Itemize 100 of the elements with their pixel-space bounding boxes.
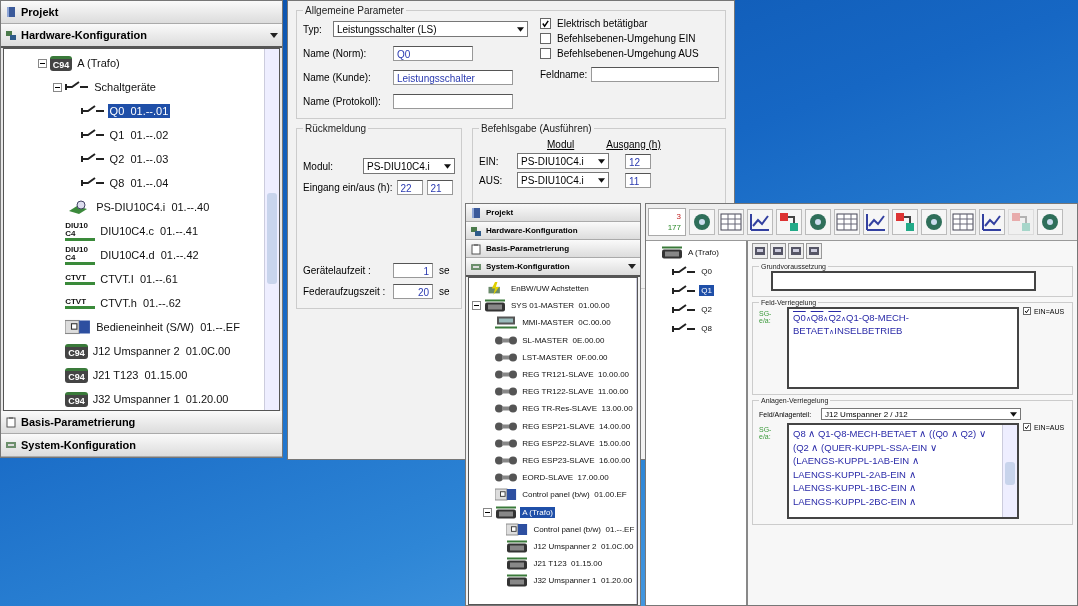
dropdown[interactable]: J12 Umspanner 2 / J12 [821,408,1021,420]
tree-item[interactable]: REG ESP21-SLAVE 14.00.00 [520,420,633,432]
dropdown[interactable]: Leistungsschalter (LS) [333,21,528,37]
input-field[interactable]: 22 [396,180,423,195]
input-field[interactable]: Q0 [393,46,473,61]
expander-icon[interactable] [472,301,481,311]
scrollbar[interactable] [1002,425,1017,517]
gear-icon[interactable] [689,209,715,235]
control-panel-icon [495,488,518,502]
tree-item[interactable]: Q8 01.--.04 [107,176,171,190]
section-header[interactable]: System-Konfiguration [466,258,640,277]
section-header[interactable]: Basis-Parametrierung [1,411,282,434]
input-field[interactable] [591,67,719,82]
device-badge: C94 [65,391,88,407]
checkbox[interactable] [540,48,551,59]
checkbox-label: Befehlsebenen-Umgehung AUS [557,48,699,59]
field-label: Gerätelaufzeit : [303,265,372,276]
tree-item[interactable]: J32 Umspanner 1 01.20.00 [90,392,231,406]
tree-item[interactable]: J12 Umspanner 2 01.0C.00 [90,344,233,358]
expander-icon[interactable] [53,82,63,92]
section-header[interactable]: Projekt [1,1,282,24]
section-header[interactable]: Basis-Parametrierung [466,240,640,258]
dropdown-arrow-icon[interactable] [270,32,278,38]
checkbox[interactable] [1023,307,1031,315]
checkbox[interactable] [1023,423,1031,431]
device-badge: C94 [65,343,88,359]
tree-item[interactable]: Q1 01.--.02 [107,128,171,142]
tree-item[interactable]: CTVT.I 01.--.61 [98,272,180,286]
scrollbar[interactable] [264,49,279,410]
input-field[interactable]: Leistungsschalter [393,70,513,85]
tree-item[interactable]: REG TR121-SLAVE 10.00.00 [520,369,632,381]
dropdown-arrow-icon[interactable] [598,158,605,164]
tree-item[interactable]: Control panel (b/w) 01.--.EF [531,523,637,535]
control-panel-icon [506,522,529,536]
device-icon [506,574,529,588]
dropdown[interactable]: PS-DIU10C4.i [363,158,455,174]
tree-item[interactable]: Q0 01.--.01 [107,104,171,118]
input-field[interactable]: 11 [625,172,651,188]
expression-field[interactable]: Q8 ∧ Q1-Q8-MECH-BETAET ∧ ((Q0 ∧ Q2) ∨ (Q2 ∧ (QUER-KUPPL-SSA-EIN ∨ (LAENGS-KUPPL-1AB-EIN ∧ LAENGS-KUPPL-2AB-EIN ∧ LAENGS-KUPPL-1BC-EIN ∧ LAENGS-KUPPL-2BC-EIN ∧ [787,423,1019,519]
tree-item[interactable]: J21 T123 01.15.00 [531,558,605,570]
section-header[interactable]: Hardware-Konfiguration [1,24,282,48]
tree-item[interactable]: LST-MASTER 0F.00.00 [520,351,610,363]
checkbox[interactable] [540,18,551,29]
tree-item[interactable]: Control panel (b/w) 01.00.EF [520,489,629,501]
tree-item[interactable]: Bedieneinheit (S/W) 01.--.EF [94,320,242,334]
tree-item[interactable]: A (Trafo) [520,506,555,518]
group-title: Allgemeine Parameter [304,5,405,16]
tree-item[interactable]: CTVT.h 01.--.62 [98,296,183,310]
tree-item[interactable]: EORD-SLAVE 17.00.00 [520,472,611,484]
dropdown[interactable]: PS-DIU10C4.i [517,172,609,188]
tree-item[interactable]: REG TR-Res-SLAVE 13.00.00 [520,403,635,415]
checkbox[interactable] [540,33,551,44]
column-header: Ausgang (h) [606,139,661,150]
input-field[interactable]: 1 [393,263,433,278]
tree-item[interactable]: SYS 01-MASTER 01.00.00 [509,300,612,312]
dropdown-arrow-icon[interactable] [598,177,605,183]
tree-item[interactable]: Schaltgeräte [92,80,158,94]
condition-field[interactable] [771,271,1036,291]
tree-item[interactable]: Q8 [699,323,714,334]
section-header[interactable]: Hardware-Konfiguration [466,222,640,240]
tree-item[interactable]: J12 Umspanner 2 01.0C.00 [531,540,636,552]
expander-icon[interactable] [37,58,47,68]
unit-label: se [439,286,450,297]
tree-item[interactable]: Q2 [699,304,714,315]
dropdown[interactable]: PS-DIU10C4.i [517,153,609,169]
tree-item[interactable]: Q1 [699,285,714,296]
hardware-icon [470,224,482,237]
input-field[interactable] [393,94,513,109]
tree-item[interactable]: J21 T123 01.15.00 [90,368,190,382]
tree-item[interactable]: DIU10C4.c 01.--.41 [98,224,200,238]
tree-item[interactable]: Q0 [699,266,714,277]
tree-item[interactable]: A (Trafo) [75,56,122,70]
unit-label: se [439,265,450,276]
input-field[interactable]: 21 [426,180,453,195]
input-field[interactable]: 12 [625,153,651,169]
dropdown-arrow-icon[interactable] [444,163,451,169]
tree-item[interactable]: PS-DIU10C4.i 01.--.40 [94,200,212,214]
section-header[interactable]: System-Konfiguration [1,434,282,457]
tree-item[interactable]: MMI-MASTER 0C.00.00 [520,317,613,329]
section-header[interactable]: Projekt [466,204,640,222]
tree-item[interactable]: EnBW/UW Achstetten [509,283,591,295]
table-icon[interactable] [718,209,744,235]
hardware-icon [5,29,17,41]
tree-item[interactable]: REG TR122-SLAVE 11.00.00 [520,386,631,398]
dropdown-arrow-icon[interactable] [628,264,636,269]
expander-icon[interactable] [483,507,493,517]
input-field[interactable]: 20 [393,284,433,299]
tree-item[interactable]: REG ESP23-SLAVE 16.00.00 [520,454,633,466]
tree-item[interactable]: SL-MASTER 0E.00.00 [520,334,607,346]
tree-item[interactable]: A (Trafo) [686,247,721,258]
dropdown-arrow-icon[interactable] [1010,411,1017,417]
device-label: CTVT [65,273,96,285]
expression-line: LAENGS-KUPPL-2AB-EIN ∧ [793,467,917,481]
field-label: EIN: [479,155,500,167]
field-label: Feldname: [540,69,588,80]
tree-item[interactable]: REG ESP22-SLAVE 15.00.00 [520,437,633,449]
tree-item[interactable]: J32 Umspanner 1 01.20.00 [531,575,635,587]
dropdown-arrow-icon[interactable] [517,26,524,32]
tree-item[interactable]: Q2 01.--.03 [107,152,171,166]
tree-item[interactable]: DIU10C4.d 01.--.42 [98,248,201,262]
